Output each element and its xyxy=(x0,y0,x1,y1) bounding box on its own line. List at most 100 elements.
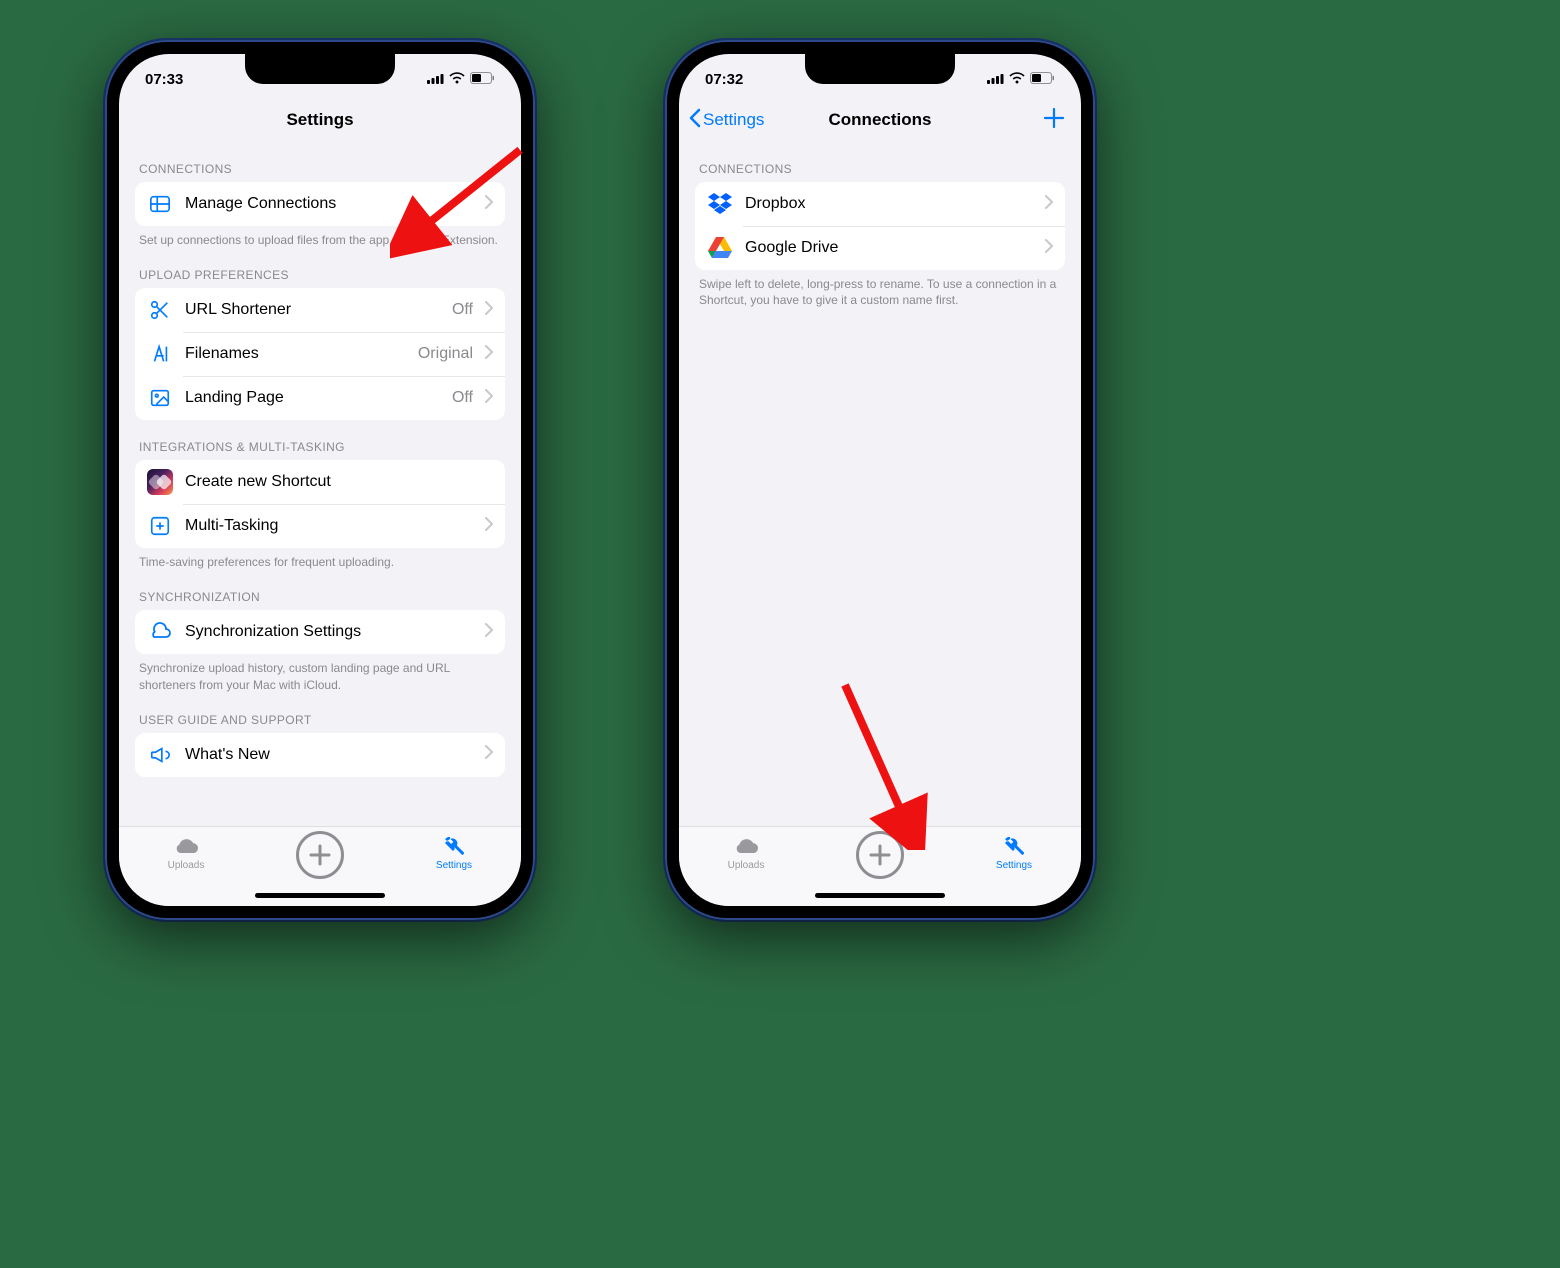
page-title: Connections xyxy=(829,110,932,130)
navbar: Settings Connections xyxy=(679,98,1081,142)
chevron-right-icon xyxy=(485,745,493,764)
row-label: Dropbox xyxy=(745,195,1033,213)
home-indicator[interactable] xyxy=(815,893,945,898)
chevron-right-icon xyxy=(485,301,493,320)
tab-add[interactable] xyxy=(830,833,930,879)
screen: 07:32 Settings Connections CONNECTIONS xyxy=(679,54,1081,906)
tools-icon xyxy=(442,833,466,859)
status-indicators xyxy=(427,71,495,88)
group-guide: What's New xyxy=(135,733,505,777)
chevron-right-icon xyxy=(485,345,493,364)
status-time: 07:32 xyxy=(705,71,743,88)
back-button[interactable]: Settings xyxy=(689,108,764,133)
group-connections: Manage Connections xyxy=(135,182,505,226)
plus-circle-icon xyxy=(296,831,344,879)
tab-settings[interactable]: Settings xyxy=(964,833,1064,871)
row-connection-dropbox[interactable]: Dropbox xyxy=(695,182,1065,226)
tab-uploads[interactable]: Uploads xyxy=(136,833,236,871)
dropbox-icon xyxy=(707,191,733,217)
phone-mockup-right: 07:32 Settings Connections CONNECTIONS xyxy=(665,40,1095,920)
notch xyxy=(805,54,955,84)
row-label: Multi-Tasking xyxy=(185,517,473,535)
row-label: Synchronization Settings xyxy=(185,623,473,641)
plus-square-icon xyxy=(147,513,173,539)
wifi-icon xyxy=(1009,71,1025,88)
home-indicator[interactable] xyxy=(255,893,385,898)
status-time: 07:33 xyxy=(145,71,183,88)
chevron-right-icon xyxy=(485,623,493,642)
row-landing-page[interactable]: Landing Page Off xyxy=(135,376,505,420)
section-header-upload-prefs: UPLOAD PREFERENCES xyxy=(139,268,501,282)
row-multitasking[interactable]: Multi-Tasking xyxy=(135,504,505,548)
row-label: What's New xyxy=(185,746,473,764)
row-value: Off xyxy=(452,389,473,407)
section-header-connections: CONNECTIONS xyxy=(699,162,1061,176)
tab-bar: Uploads Settings xyxy=(679,826,1081,906)
group-connections: Dropbox Google Drive xyxy=(695,182,1065,270)
row-whats-new[interactable]: What's New xyxy=(135,733,505,777)
phone-mockup-left: 07:33 Settings CONNECTIONS Manage Connec… xyxy=(105,40,535,920)
group-sync: Synchronization Settings xyxy=(135,610,505,654)
row-label: Google Drive xyxy=(745,239,1033,257)
shortcuts-app-icon xyxy=(147,469,173,495)
cellular-icon xyxy=(987,71,1004,88)
text-cursor-icon xyxy=(147,341,173,367)
section-footer-connections: Set up connections to upload files from … xyxy=(139,232,501,248)
row-value: Original xyxy=(418,345,473,363)
row-label: Manage Connections xyxy=(185,195,473,213)
tab-settings[interactable]: Settings xyxy=(404,833,504,871)
tab-label: Uploads xyxy=(168,860,205,871)
screen: 07:33 Settings CONNECTIONS Manage Connec… xyxy=(119,54,521,906)
content[interactable]: CONNECTIONS Manage Connections Set up co… xyxy=(119,142,521,826)
section-footer-connections: Swipe left to delete, long-press to rena… xyxy=(699,276,1061,308)
chevron-left-icon xyxy=(689,108,701,133)
cellular-icon xyxy=(427,71,444,88)
content[interactable]: CONNECTIONS Dropbox Google Drive xyxy=(679,142,1081,826)
section-footer-sync: Synchronize upload history, custom landi… xyxy=(139,660,501,692)
row-url-shortener[interactable]: URL Shortener Off xyxy=(135,288,505,332)
row-label: Landing Page xyxy=(185,389,440,407)
image-icon xyxy=(147,385,173,411)
navbar: Settings xyxy=(119,98,521,142)
row-filenames[interactable]: Filenames Original xyxy=(135,332,505,376)
group-upload-prefs: URL Shortener Off Filenames Original xyxy=(135,288,505,420)
row-manage-connections[interactable]: Manage Connections xyxy=(135,182,505,226)
row-label: Create new Shortcut xyxy=(185,473,493,491)
row-connection-google-drive[interactable]: Google Drive xyxy=(695,226,1065,270)
cloud-icon xyxy=(147,619,173,645)
tab-uploads[interactable]: Uploads xyxy=(696,833,796,871)
cloud-upload-icon xyxy=(732,833,760,859)
section-header-guide: USER GUIDE AND SUPPORT xyxy=(139,713,501,727)
chevron-right-icon xyxy=(485,517,493,536)
page-title: Settings xyxy=(286,110,353,130)
megaphone-icon xyxy=(147,742,173,768)
chevron-right-icon xyxy=(485,195,493,214)
plus-circle-icon xyxy=(856,831,904,879)
section-footer-integrations: Time-saving preferences for frequent upl… xyxy=(139,554,501,570)
connections-icon xyxy=(147,191,173,217)
row-label: Filenames xyxy=(185,345,406,363)
row-create-shortcut[interactable]: Create new Shortcut xyxy=(135,460,505,504)
chevron-right-icon xyxy=(485,389,493,408)
tab-label: Uploads xyxy=(728,860,765,871)
row-value: Off xyxy=(452,301,473,319)
google-drive-icon xyxy=(707,235,733,261)
section-header-connections: CONNECTIONS xyxy=(139,162,501,176)
chevron-right-icon xyxy=(1045,195,1053,214)
row-sync-settings[interactable]: Synchronization Settings xyxy=(135,610,505,654)
back-label: Settings xyxy=(703,110,764,130)
status-indicators xyxy=(987,71,1055,88)
cloud-upload-icon xyxy=(172,833,200,859)
group-integrations: Create new Shortcut Multi-Tasking xyxy=(135,460,505,548)
tab-label: Settings xyxy=(996,860,1032,871)
row-label: URL Shortener xyxy=(185,301,440,319)
section-header-integrations: INTEGRATIONS & MULTI-TASKING xyxy=(139,440,501,454)
tab-add[interactable] xyxy=(270,833,370,879)
wifi-icon xyxy=(449,71,465,88)
tools-icon xyxy=(1002,833,1026,859)
add-button[interactable] xyxy=(1043,107,1065,134)
section-header-sync: SYNCHRONIZATION xyxy=(139,590,501,604)
battery-icon xyxy=(1030,71,1055,88)
tab-label: Settings xyxy=(436,860,472,871)
notch xyxy=(245,54,395,84)
